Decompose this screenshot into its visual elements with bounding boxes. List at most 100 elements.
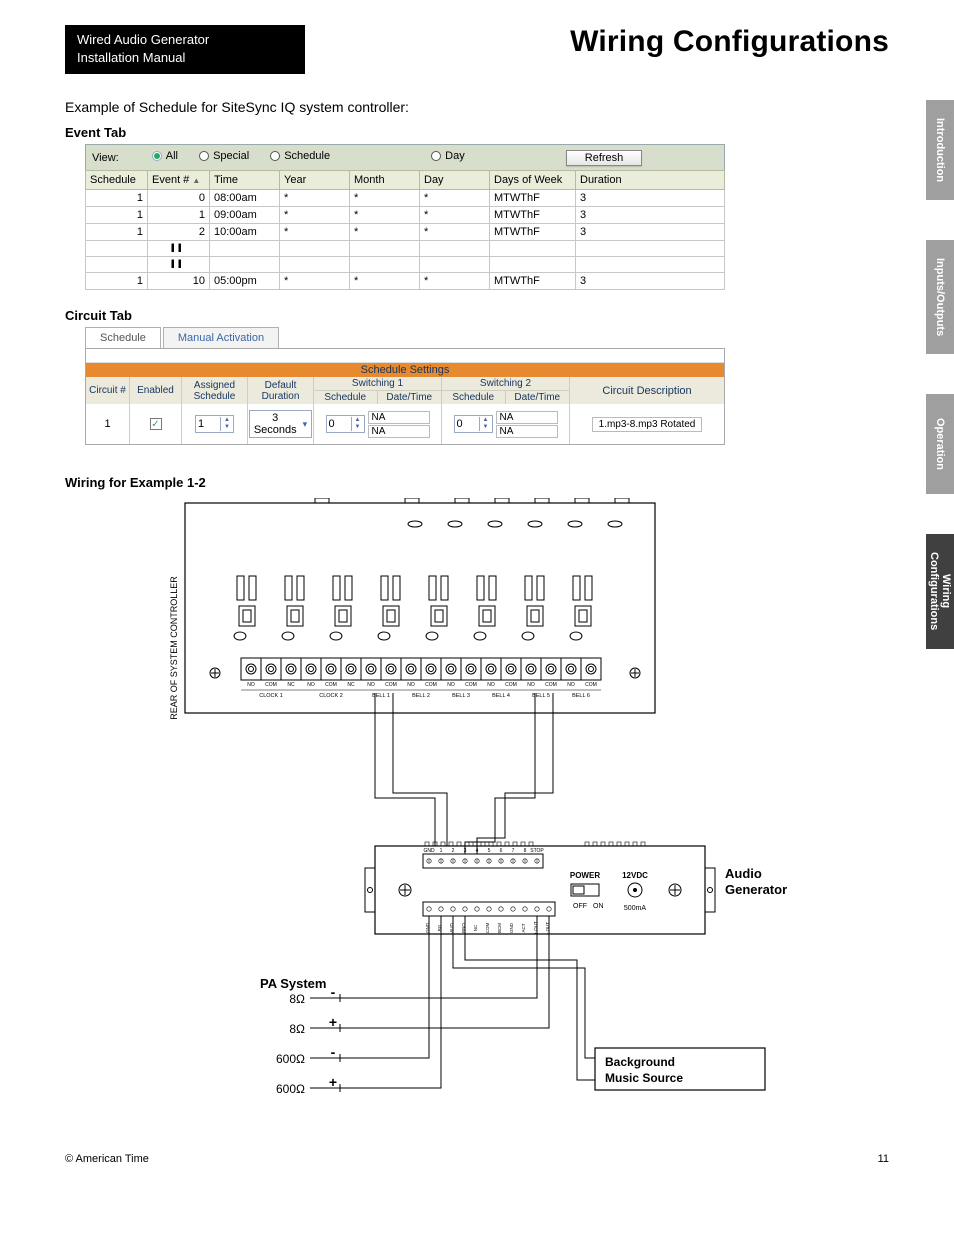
svg-text:+: + bbox=[329, 1014, 337, 1030]
svg-text:COM: COM bbox=[265, 682, 277, 688]
spin-down-icon[interactable]: ▼ bbox=[221, 424, 233, 431]
svg-text:5: 5 bbox=[488, 848, 491, 854]
svg-text:-: - bbox=[331, 984, 336, 1000]
svg-text:8Ω: 8Ω bbox=[289, 992, 305, 1006]
svg-text:Audio: Audio bbox=[725, 866, 762, 881]
sw1-date[interactable]: NA bbox=[368, 411, 430, 424]
tab-introduction[interactable]: Introduction bbox=[926, 100, 954, 200]
svg-text:NC: NC bbox=[287, 682, 295, 688]
svg-text:COM: COM bbox=[485, 923, 490, 934]
page-number: 11 bbox=[878, 1153, 889, 1165]
table-row: 1008:00am***MTWThF3 bbox=[86, 190, 725, 207]
manual-title-line1: Wired Audio Generator bbox=[77, 31, 293, 49]
schedule-settings-bar: Schedule Settings bbox=[86, 363, 724, 377]
circuit-description-input[interactable]: 1.mp3-8.mp3 Rotated bbox=[592, 417, 702, 432]
manual-title-box: Wired Audio Generator Installation Manua… bbox=[65, 25, 305, 74]
page-title: Wiring Configurations bbox=[325, 25, 889, 59]
svg-text:OFF: OFF bbox=[573, 903, 587, 910]
svg-text:NO: NO bbox=[567, 682, 575, 688]
svg-text:COM: COM bbox=[465, 682, 477, 688]
circuit-row: 1 ✓ ▲▼ 3 Seconds▾ ▲▼ bbox=[86, 404, 724, 444]
svg-text:NO: NO bbox=[487, 682, 495, 688]
event-table: View: All Special Schedule Day Refresh S… bbox=[85, 144, 725, 290]
sort-icon: ▲ bbox=[192, 176, 200, 185]
spin-up-icon[interactable]: ▲ bbox=[221, 417, 233, 424]
sw2-date[interactable]: NA bbox=[496, 411, 558, 424]
svg-text:Background: Background bbox=[605, 1055, 675, 1069]
table-row: 1210:00am***MTWThF3 bbox=[86, 224, 725, 241]
radio-day[interactable]: Day bbox=[431, 150, 465, 162]
sw2-schedule-spinner[interactable]: ▲▼ bbox=[454, 415, 493, 433]
table-row: 11005:00pm***MTWThF3 bbox=[86, 273, 725, 290]
assigned-schedule-spinner[interactable]: ▲▼ bbox=[195, 415, 234, 433]
svg-text:8Ω: 8Ω bbox=[289, 1022, 305, 1036]
svg-text:7: 7 bbox=[512, 848, 515, 854]
wiring-diagram: REAR OF SYSTEM CONTROLLER NO COM NC NO COM NC… bbox=[165, 498, 785, 1163]
svg-text:CLOCK 2: CLOCK 2 bbox=[319, 693, 343, 699]
intro-text: Example of Schedule for SiteSync IQ syst… bbox=[65, 99, 889, 115]
svg-text:12VDC: 12VDC bbox=[622, 871, 648, 880]
svg-text:NC: NC bbox=[473, 924, 478, 931]
svg-text:COM: COM bbox=[505, 682, 517, 688]
svg-text:NO: NO bbox=[367, 682, 375, 688]
svg-text:GND: GND bbox=[423, 848, 435, 854]
svg-text:500mA: 500mA bbox=[624, 905, 647, 912]
table-row: 1109:00am***MTWThF3 bbox=[86, 207, 725, 224]
chevron-down-icon: ▾ bbox=[303, 419, 308, 430]
svg-text:STOP: STOP bbox=[530, 848, 544, 854]
svg-text:NC: NC bbox=[347, 682, 355, 688]
svg-text:CLOCK 1: CLOCK 1 bbox=[259, 693, 283, 699]
svg-text:NO: NO bbox=[247, 682, 255, 688]
svg-text:NO: NO bbox=[407, 682, 415, 688]
svg-text:600Ω: 600Ω bbox=[276, 1082, 305, 1096]
svg-text:ON: ON bbox=[593, 903, 604, 910]
svg-text:POWER: POWER bbox=[570, 871, 600, 880]
radio-special[interactable]: Special bbox=[199, 150, 249, 162]
svg-text:NO: NO bbox=[527, 682, 535, 688]
svg-text:BCM: BCM bbox=[497, 923, 502, 933]
svg-text:1: 1 bbox=[440, 848, 443, 854]
tab-wiring-configurations[interactable]: WiringConfigurations bbox=[926, 534, 954, 648]
view-label: View: bbox=[92, 152, 119, 164]
circuit-tab-schedule[interactable]: Schedule bbox=[85, 327, 161, 348]
rear-label: REAR OF SYSTEM CONTROLLER bbox=[169, 576, 179, 720]
svg-text:Music Source: Music Source bbox=[605, 1071, 683, 1085]
circuit-header-row: Circuit # Enabled Assigned Schedule Defa… bbox=[86, 377, 724, 404]
svg-text:Generator: Generator bbox=[725, 882, 787, 897]
svg-text:COM: COM bbox=[325, 682, 337, 688]
radio-schedule[interactable]: Schedule bbox=[270, 150, 330, 162]
sw1-time[interactable]: NA bbox=[368, 425, 430, 438]
event-tab-heading: Event Tab bbox=[65, 125, 889, 140]
enabled-checkbox[interactable]: ✓ bbox=[150, 418, 162, 430]
svg-text:BELL 6: BELL 6 bbox=[572, 693, 590, 699]
tab-operation[interactable]: Operation bbox=[926, 394, 954, 494]
default-duration-select[interactable]: 3 Seconds▾ bbox=[249, 410, 312, 438]
svg-text:BELL 2: BELL 2 bbox=[412, 693, 430, 699]
svg-text:BELL 4: BELL 4 bbox=[492, 693, 510, 699]
svg-text:+: + bbox=[329, 1074, 337, 1090]
svg-text:COM: COM bbox=[425, 682, 437, 688]
tab-inputs-outputs[interactable]: Inputs/Outputs bbox=[926, 240, 954, 354]
radio-all[interactable]: All bbox=[152, 150, 178, 162]
svg-text:COM: COM bbox=[585, 682, 597, 688]
refresh-button[interactable]: Refresh bbox=[566, 150, 643, 166]
svg-text:ACT: ACT bbox=[521, 923, 526, 932]
svg-text:2: 2 bbox=[452, 848, 455, 854]
svg-text:NO: NO bbox=[447, 682, 455, 688]
wiring-example-heading: Wiring for Example 1-2 bbox=[65, 475, 889, 490]
svg-text:NO: NO bbox=[307, 682, 315, 688]
copyright: © American Time bbox=[65, 1153, 149, 1165]
circuit-tab-heading: Circuit Tab bbox=[65, 308, 889, 323]
svg-text:COM: COM bbox=[385, 682, 397, 688]
svg-text:COM: COM bbox=[545, 682, 557, 688]
svg-text:BELL 3: BELL 3 bbox=[452, 693, 470, 699]
svg-text:8: 8 bbox=[524, 848, 527, 854]
svg-text:600Ω: 600Ω bbox=[276, 1052, 305, 1066]
side-tabs: Introduction Inputs/Outputs Operation Wi… bbox=[926, 100, 954, 649]
sw1-schedule-spinner[interactable]: ▲▼ bbox=[326, 415, 365, 433]
sw2-time[interactable]: NA bbox=[496, 425, 558, 438]
svg-text:GND: GND bbox=[509, 922, 514, 933]
circuit-tab-manual[interactable]: Manual Activation bbox=[163, 327, 279, 348]
svg-text:-: - bbox=[331, 1044, 336, 1060]
svg-text:PA System: PA System bbox=[260, 976, 326, 991]
